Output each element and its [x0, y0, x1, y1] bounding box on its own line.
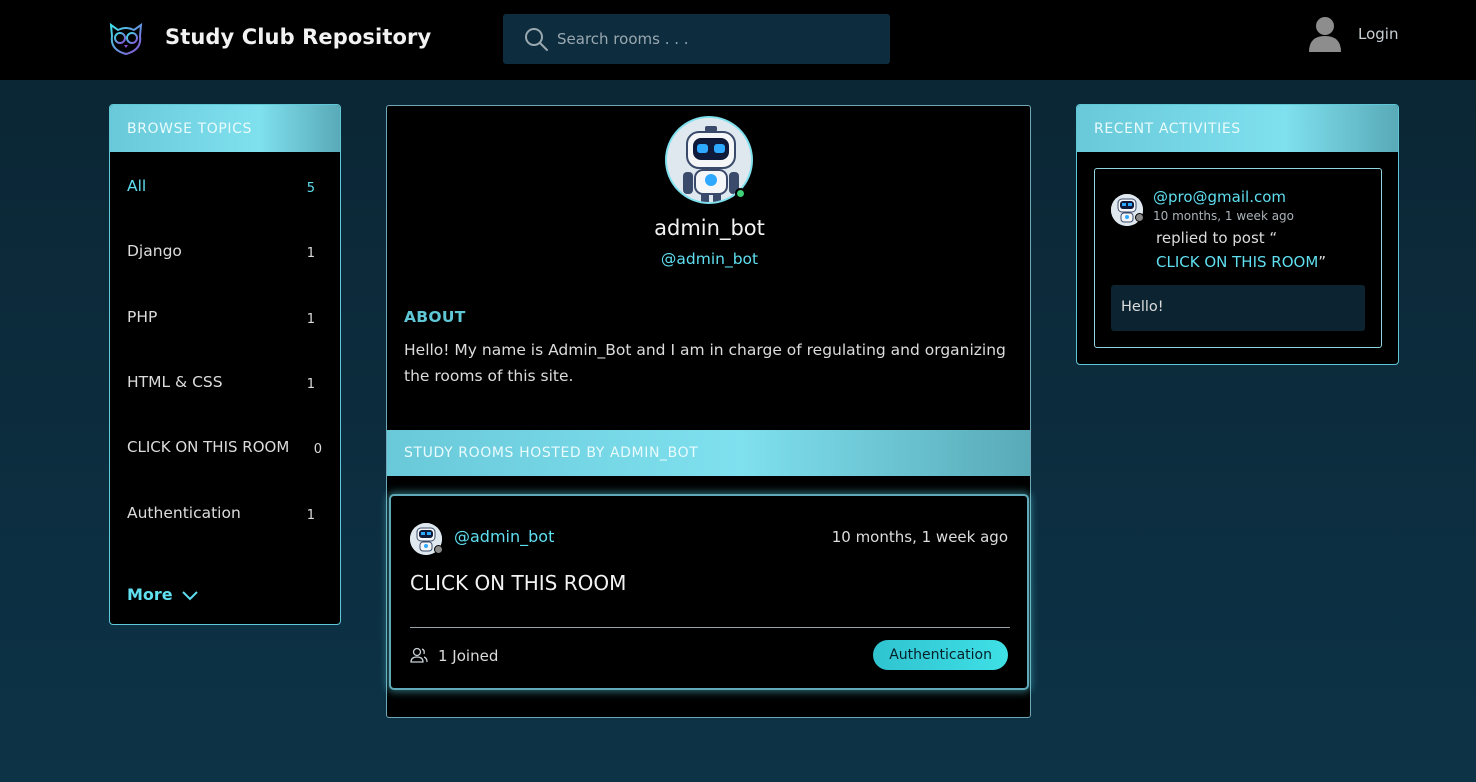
login-link[interactable]: Login: [1358, 25, 1398, 43]
more-label: More: [127, 585, 173, 604]
profile-handle: @admin_bot: [660, 250, 759, 268]
divider: [410, 627, 1010, 628]
topic-count: 1: [306, 377, 315, 392]
activity-close-quote: ”: [1318, 253, 1327, 271]
topic-count: 1: [306, 508, 315, 523]
activity-room-name: CLICK ON THIS ROOM: [1156, 253, 1319, 271]
site-title[interactable]: Study Club Repository: [165, 25, 431, 49]
topic-name: Django: [127, 242, 182, 260]
room-timestamp: 10 months, 1 week ago: [831, 528, 1008, 546]
more-topics-button[interactable]: More: [127, 585, 199, 604]
search-input[interactable]: [557, 14, 877, 64]
recent-activities-panel: RECENT ACTIVITIES @pro@gmail.com 10 mont…: [1076, 104, 1399, 365]
about-heading: ABOUT: [404, 308, 466, 326]
room-topic-tag[interactable]: Authentication: [873, 640, 1008, 670]
topic-name: Authentication: [127, 504, 241, 522]
profile-panel: admin_bot @admin_bot ABOUT Hello! My nam…: [386, 105, 1031, 718]
topic-count: 5: [306, 181, 315, 196]
search-bar[interactable]: [503, 14, 890, 64]
activity-timestamp: 10 months, 1 week ago: [1153, 209, 1295, 223]
browse-topics-panel: BROWSE TOPICS All 5 Django 1 PHP 1 HTML …: [109, 104, 341, 625]
topic-count: 1: [306, 246, 315, 261]
topic-item-php[interactable]: PHP 1: [127, 308, 327, 338]
host-status-indicator: [434, 545, 443, 554]
top-navbar: Study Club Repository Login: [0, 0, 1476, 80]
topic-count: 0: [313, 442, 322, 457]
participants-icon: [410, 647, 428, 663]
chevron-down-icon: [181, 590, 198, 600]
activity-user-status-indicator: [1135, 213, 1144, 222]
activity-room-link[interactable]: CLICK ON THIS ROOM”: [1156, 253, 1326, 271]
room-title[interactable]: CLICK ON THIS ROOM: [410, 571, 626, 595]
topic-name: HTML & CSS: [127, 373, 223, 391]
topic-item-all[interactable]: All 5: [127, 177, 327, 207]
search-icon: [525, 28, 548, 51]
owl-logo-icon[interactable]: [108, 22, 144, 56]
room-card[interactable]: @admin_bot 10 months, 1 week ago CLICK O…: [389, 494, 1029, 690]
topic-item-django[interactable]: Django 1: [127, 242, 327, 272]
room-joined-count: 1 Joined: [438, 647, 499, 665]
about-text: Hello! My name is Admin_Bot and I am in …: [404, 341, 1006, 385]
topic-name: CLICK ON THIS ROOM: [127, 438, 290, 456]
topic-name: PHP: [127, 308, 158, 326]
activity-message: Hello!: [1111, 285, 1365, 331]
online-status-indicator: [735, 188, 746, 199]
topic-item-html-css[interactable]: HTML & CSS 1: [127, 373, 327, 403]
topic-count: 1: [306, 312, 315, 327]
user-avatar-icon[interactable]: [1306, 14, 1344, 52]
topic-name: All: [127, 177, 147, 195]
profile-name: admin_bot: [654, 216, 765, 240]
topic-item-authentication[interactable]: Authentication 1: [127, 504, 327, 534]
activity-card: @pro@gmail.com 10 months, 1 week ago rep…: [1094, 168, 1382, 348]
topic-item-click-on-this-room[interactable]: CLICK ON THIS ROOM 0: [127, 438, 332, 468]
room-host-link[interactable]: @admin_bot: [454, 527, 554, 546]
hosted-rooms-heading: STUDY ROOMS HOSTED BY ADMIN_BOT: [387, 430, 1030, 476]
activity-user-link[interactable]: @pro@gmail.com: [1153, 188, 1286, 206]
activity-action-text: replied to post “: [1156, 229, 1278, 247]
recent-activities-heading: RECENT ACTIVITIES: [1077, 105, 1398, 152]
browse-topics-heading: BROWSE TOPICS: [110, 105, 340, 152]
